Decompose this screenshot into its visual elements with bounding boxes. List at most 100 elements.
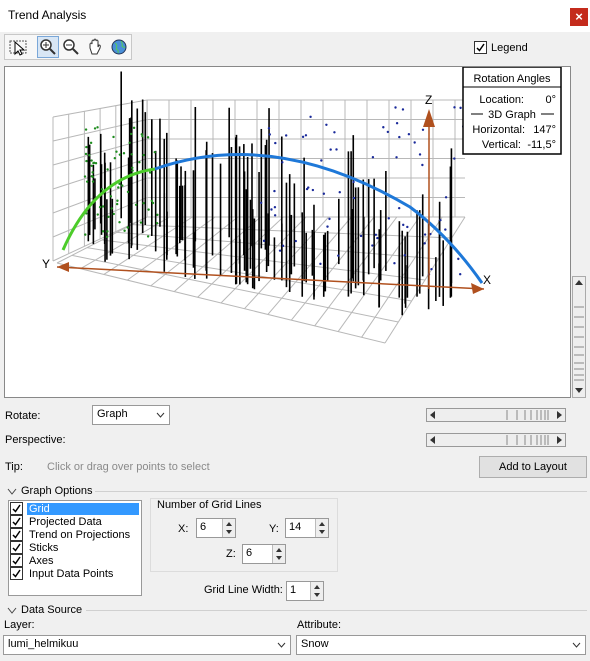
option-checkbox[interactable] (10, 515, 23, 528)
projected-point (93, 127, 97, 130)
option-checkbox[interactable] (10, 567, 23, 580)
vertical-value: -11,5° (527, 139, 556, 151)
perspective-slider[interactable] (426, 433, 566, 447)
collapse-arrow-icon[interactable] (7, 607, 17, 614)
projected-point (96, 126, 99, 129)
projected-point (386, 130, 390, 134)
projected-point (359, 234, 363, 238)
graph-option-item[interactable]: Input Data Points (10, 567, 140, 580)
projected-point (423, 242, 426, 245)
x-axis-label: X (483, 273, 491, 287)
projected-point (132, 126, 136, 130)
zoom-in-icon (40, 39, 56, 55)
projected-point (107, 215, 110, 219)
option-label: Input Data Points (29, 567, 114, 580)
slider-track (430, 435, 562, 445)
close-button[interactable]: × (570, 8, 588, 26)
graph-option-item[interactable]: Axes (10, 554, 140, 567)
add-to-layout-button[interactable]: Add to Layout (479, 456, 587, 478)
layer-select[interactable]: lumi_helmikuu (3, 635, 291, 655)
projected-point (147, 208, 150, 211)
grid-z-label: Z: (226, 548, 236, 560)
projected-point (126, 226, 129, 229)
zoom-out-button[interactable] (60, 36, 82, 58)
option-checkbox[interactable] (10, 528, 23, 541)
projected-point (387, 217, 390, 220)
projected-point (156, 213, 159, 217)
chevron-down-icon (156, 412, 165, 418)
graph-option-item[interactable]: Sticks (10, 541, 140, 554)
trend-3d-graph[interactable]: Z Y X Rotation Angles Location: 0° 3D Gr… (5, 67, 571, 398)
grid-x-value: 6 (200, 521, 207, 533)
projected-point (333, 131, 336, 134)
projected-point (325, 123, 328, 127)
vertical-label: Vertical: (482, 139, 521, 151)
projected-point (142, 202, 145, 205)
grid-z-spinner[interactable]: 6 (242, 544, 286, 564)
check-icon (12, 530, 21, 539)
grid-x-label: X: (178, 523, 189, 535)
option-checkbox[interactable] (10, 541, 23, 554)
grid-lines-title: Number of Grid Lines (157, 499, 262, 511)
projected-point (148, 171, 152, 174)
y-axis-label: Y (42, 257, 50, 271)
projected-point (305, 187, 309, 191)
spinner-arrows[interactable] (272, 545, 285, 563)
projected-point (273, 189, 276, 193)
rotation-angles-box: Rotation Angles Location: 0° 3D Graph Ho… (462, 67, 562, 155)
projected-point (90, 159, 93, 162)
projected-point (458, 273, 462, 276)
vertical-rotation-scrollbar[interactable] (572, 276, 586, 398)
zoom-in-button[interactable] (37, 36, 59, 58)
rotate-select-value: Graph (97, 408, 128, 420)
collapse-arrow-icon[interactable] (7, 488, 17, 495)
graph-option-item[interactable]: Trend on Projections (10, 528, 140, 541)
projected-point (116, 199, 119, 202)
select-tool-icon (9, 40, 27, 56)
spinner-arrows[interactable] (222, 519, 235, 537)
projected-point (115, 202, 119, 206)
pan-button[interactable] (84, 36, 106, 58)
projected-point (413, 141, 416, 144)
full-extent-globe-icon (111, 39, 127, 55)
projected-point (118, 221, 121, 224)
projected-point (397, 206, 401, 210)
projected-point (309, 115, 312, 119)
projected-point (128, 141, 131, 144)
grid-z-value: 6 (246, 547, 253, 559)
grid-width-spinner[interactable]: 1 (286, 581, 324, 601)
option-label: Trend on Projections (29, 528, 131, 541)
horizontal-rotation-slider[interactable] (426, 408, 566, 422)
graph-option-item[interactable]: Grid (10, 502, 140, 515)
projected-point (311, 188, 315, 192)
attribute-select[interactable]: Snow (296, 635, 586, 655)
projected-point (92, 161, 95, 165)
projected-point (439, 218, 442, 222)
vertical-scroll-track (574, 280, 584, 393)
select-tool-button[interactable] (7, 36, 29, 58)
check-icon (12, 556, 21, 565)
option-checkbox[interactable] (10, 502, 23, 515)
rotate-select[interactable]: Graph (92, 405, 170, 425)
projected-point (84, 128, 88, 131)
projected-point (115, 150, 118, 153)
grid-x-spinner[interactable]: 6 (196, 518, 236, 538)
projected-point (150, 199, 154, 203)
spinner-arrows[interactable] (315, 519, 328, 537)
projected-point (401, 108, 405, 111)
option-checkbox[interactable] (10, 554, 23, 567)
data-source-header: Data Source (21, 604, 83, 616)
graph-option-item[interactable]: Projected Data (10, 515, 140, 528)
grid-y-spinner[interactable]: 14 (285, 518, 329, 538)
window-title: Trend Analysis (8, 8, 87, 22)
trend-graph-canvas[interactable]: Z Y X Rotation Angles Location: 0° 3D Gr… (4, 66, 571, 398)
projected-point (153, 150, 156, 154)
projected-point (91, 171, 94, 174)
projected-point (112, 135, 115, 139)
full-extent-button[interactable] (108, 36, 130, 58)
projected-point (126, 190, 130, 194)
legend-checkbox[interactable] (474, 41, 487, 57)
projected-point (268, 133, 272, 136)
spinner-arrows[interactable] (310, 582, 323, 600)
projected-point (274, 141, 277, 145)
